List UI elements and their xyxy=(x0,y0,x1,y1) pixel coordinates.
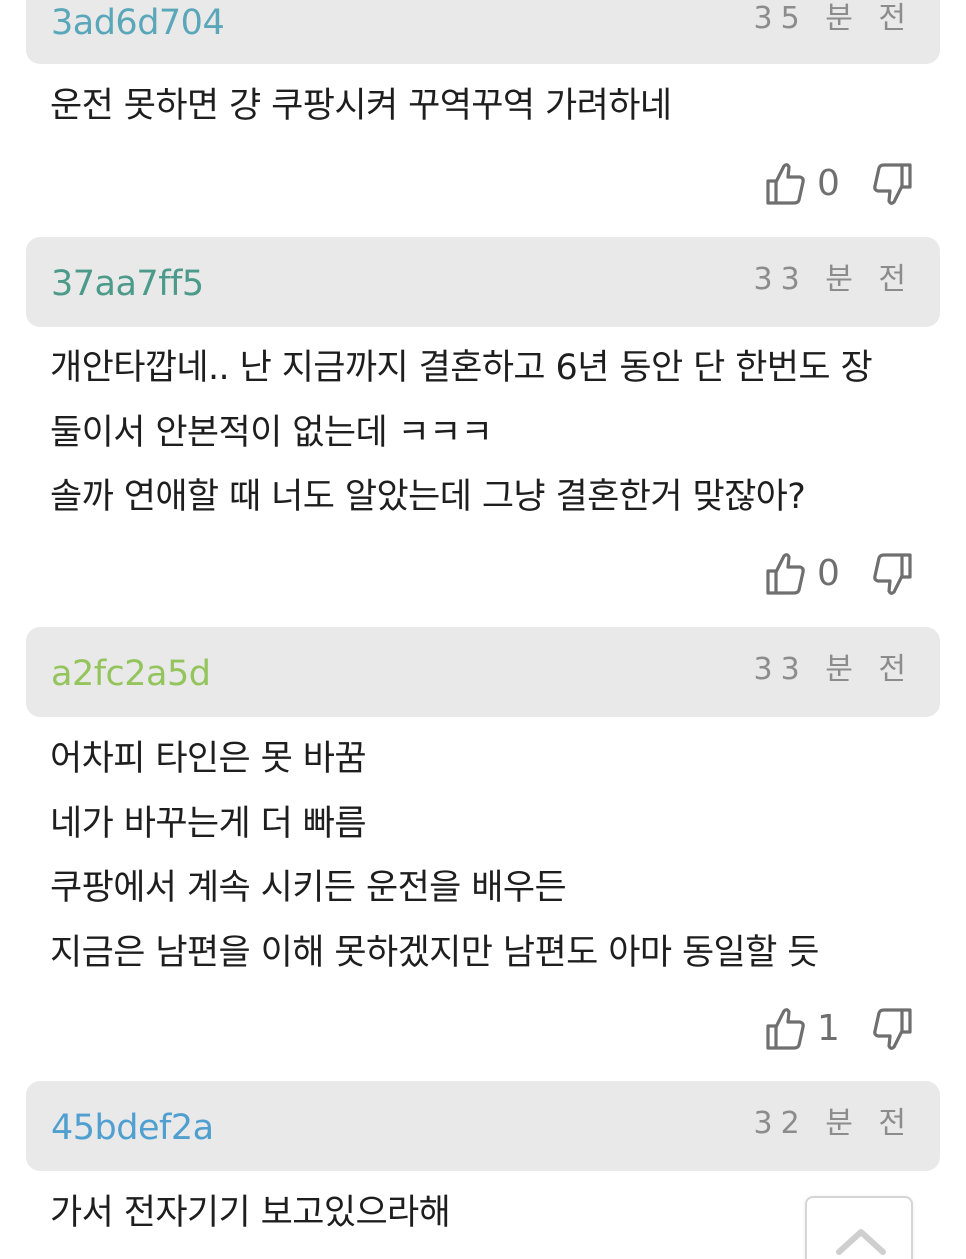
comment-header: 37aa7ff5 33 분 전 xyxy=(26,237,940,327)
comment-body: 운전 못하면 걍 쿠팡시켜 꾸역꾸역 가려하네 xyxy=(50,74,950,139)
thumbs-up-icon[interactable] xyxy=(764,161,806,207)
like-count: 0 xyxy=(817,553,840,594)
comment-line: 지금은 남편을 이해 못하겠지만 남편도 아마 동일할 듯 xyxy=(50,932,819,973)
comment-body: 개안타깝네.. 난 지금까지 결혼하고 6년 동안 단 한번도 장 둘이서 안본… xyxy=(50,336,950,530)
comment-line: 쿠팡에서 계속 시키든 운전을 배우든 xyxy=(50,868,567,908)
comment-author[interactable]: a2fc2a5d xyxy=(51,654,211,694)
comment-body: 어차피 타인은 못 바꿈 네가 바꾸는게 더 빠름 쿠팡에서 계속 시키든 운전… xyxy=(50,727,950,985)
comment-time: 32 분 전 xyxy=(753,1106,914,1141)
comment-line: 솔까 연애할 때 너도 알았는데 그냥 결혼한거 맞잖아? xyxy=(50,477,806,517)
comment-header: 3ad6d704 35 분 전 xyxy=(26,0,940,64)
vote-bar: 0 xyxy=(760,159,930,209)
comment-author[interactable]: 37aa7ff5 xyxy=(51,264,204,304)
scroll-to-top-button[interactable] xyxy=(805,1196,913,1259)
comment-line: 네가 바꾸는게 더 빠름 xyxy=(50,803,367,844)
vote-bar: 0 xyxy=(760,549,930,599)
thumbs-down-icon[interactable] xyxy=(872,1006,914,1052)
comment-list: 3ad6d704 35 분 전 운전 못하면 걍 쿠팡시켜 꾸역꾸역 가려하네 … xyxy=(0,0,966,1259)
comment-header: a2fc2a5d 33 분 전 xyxy=(26,627,940,717)
thumbs-down-icon[interactable] xyxy=(872,551,914,597)
vote-bar: 1 xyxy=(760,1004,930,1054)
comment-author[interactable]: 45bdef2a xyxy=(51,1108,214,1148)
chevron-up-icon xyxy=(836,1229,886,1255)
comment-line: 둘이서 안본적이 없는데 ㅋㅋㅋ xyxy=(50,412,493,453)
comment-header: 45bdef2a 32 분 전 xyxy=(26,1081,940,1171)
comment-time: 33 분 전 xyxy=(753,652,914,687)
like-count: 1 xyxy=(817,1008,840,1049)
comment-line: 개안타깝네.. 난 지금까지 결혼하고 6년 동안 단 한번도 장 xyxy=(50,348,873,388)
like-count: 0 xyxy=(817,163,840,204)
thumbs-up-icon[interactable] xyxy=(764,1006,806,1052)
comment-author[interactable]: 3ad6d704 xyxy=(51,3,225,43)
thumbs-up-icon[interactable] xyxy=(764,551,806,597)
comment-time: 33 분 전 xyxy=(753,262,914,297)
comment-line: 운전 못하면 걍 쿠팡시켜 꾸역꾸역 가려하네 xyxy=(50,86,672,126)
comment-time: 35 분 전 xyxy=(753,1,914,36)
comment-line: 어차피 타인은 못 바꿈 xyxy=(50,739,367,779)
thumbs-down-icon[interactable] xyxy=(872,161,914,207)
